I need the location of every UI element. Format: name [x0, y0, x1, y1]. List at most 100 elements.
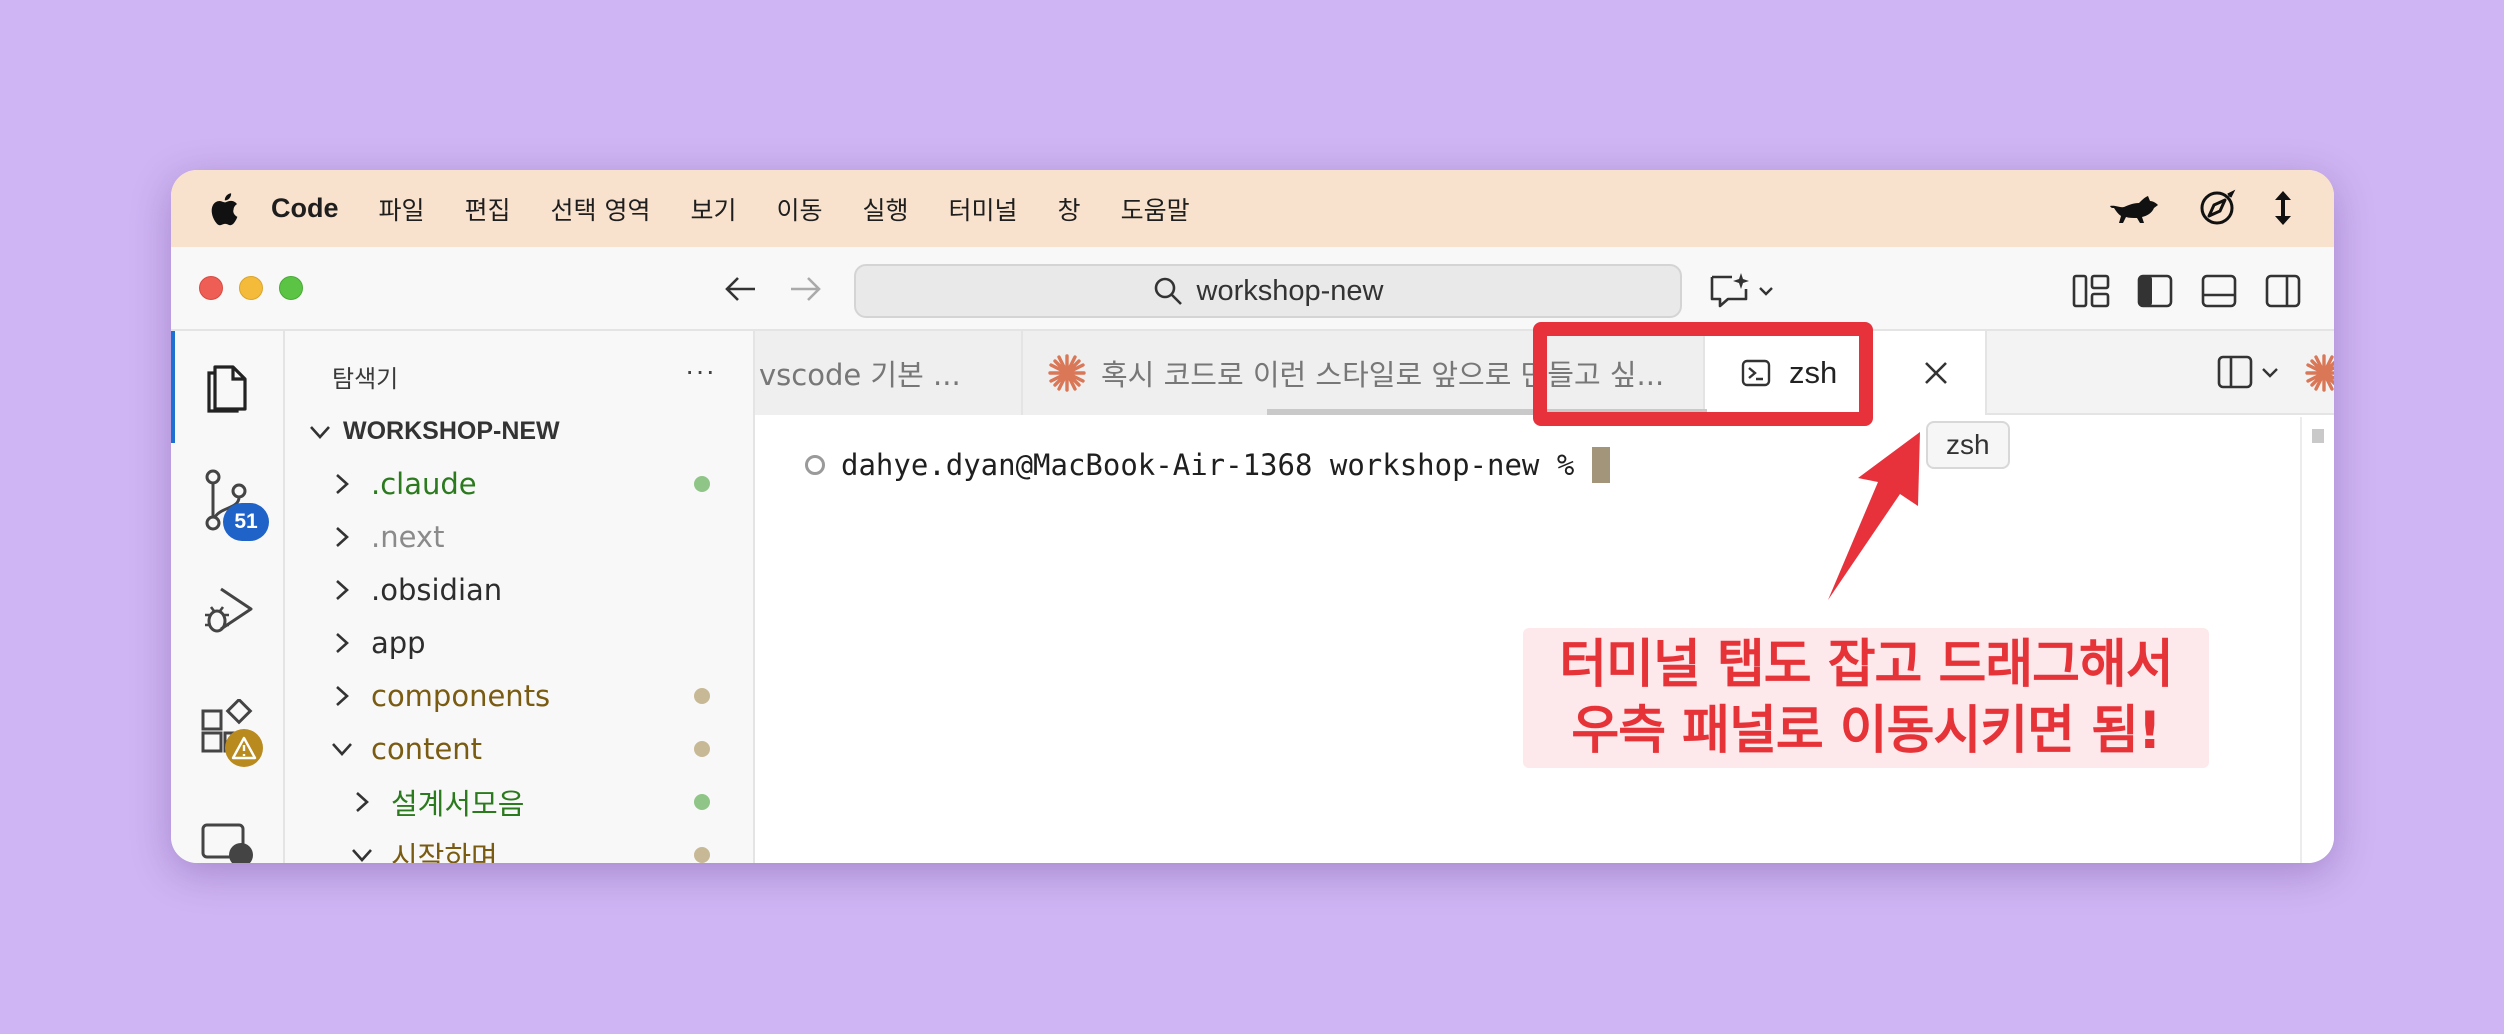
forward-arrow-icon	[791, 277, 821, 301]
chevron-down-icon	[352, 849, 372, 862]
tree-item[interactable]: .obsidian	[329, 565, 502, 615]
tree-item-label: .next	[371, 520, 445, 554]
chevron-right-icon	[336, 527, 349, 547]
claude-sparkle-icon	[1048, 354, 1086, 392]
close-window-button[interactable]	[199, 276, 223, 300]
tab-label: vscode 기본 ...	[759, 358, 961, 392]
source-control-button[interactable]: 51	[199, 467, 269, 541]
tree-item[interactable]: content	[329, 724, 482, 774]
annotation-line1: 터미널 탭도 잡고 드래그해서	[1559, 635, 2173, 695]
git-status-dot	[694, 741, 710, 757]
layout-icon	[2072, 274, 2110, 308]
menu-run[interactable]: 실행	[863, 191, 909, 227]
tree-item[interactable]: .next	[329, 512, 444, 562]
menubar-status-icons	[2106, 188, 2294, 228]
menu-view[interactable]: 보기	[690, 191, 736, 227]
back-button[interactable]	[723, 271, 759, 307]
tree-item-label: .claude	[371, 467, 477, 501]
menu-file[interactable]: 파일	[379, 191, 425, 227]
tree-item[interactable]: components	[329, 671, 550, 721]
active-indicator	[171, 331, 175, 443]
workspace-section-header[interactable]: WORKSHOP-NEW	[307, 417, 560, 446]
toggle-sidebar-icon	[2137, 274, 2173, 308]
tree-item-label: 시작하며	[391, 840, 498, 863]
terminal-prompt: dahye.dyan@MacBook-Air-1368 workshop-new…	[841, 448, 1575, 482]
chat-sparkle-icon	[1710, 273, 1773, 308]
toggle-primary-sidebar-button[interactable]	[2135, 271, 2175, 311]
rocket-compass-icon[interactable]	[2198, 189, 2236, 227]
annotation-line2: 우측 패널로 이동시키면 됨!	[1571, 701, 2161, 761]
menu-window[interactable]: 창	[1058, 191, 1081, 227]
git-status-dot	[694, 847, 710, 863]
cat-icon[interactable]	[2106, 188, 2162, 228]
forward-button[interactable]	[787, 271, 823, 307]
git-status-dot	[694, 794, 710, 810]
remote-explorer-icon	[201, 823, 253, 863]
files-icon[interactable]	[199, 357, 259, 417]
extensions-button[interactable]	[199, 697, 265, 767]
tree-item-label: 설계서모음	[391, 787, 525, 821]
menu-selection[interactable]: 선택 영역	[551, 191, 651, 227]
command-status-icon	[805, 455, 825, 475]
title-bar: workshop-new	[171, 247, 2334, 331]
source-control-badge: 51	[223, 503, 269, 541]
menu-bar: Code 파일 편집 선택 영역 보기 이동 실행 터미널 창 도움말	[171, 170, 2334, 247]
explorer-sidebar: 탐색기 ··· WORKSHOP-NEW .claude .next .obsidi…	[285, 331, 755, 863]
tree-item[interactable]: 시작하며	[349, 830, 498, 863]
tree-item-label: components	[371, 679, 551, 713]
chevron-right-icon	[356, 792, 369, 812]
tree-item-label: content	[371, 732, 483, 766]
toggle-panel-button[interactable]	[2199, 271, 2239, 311]
resize-arrow-icon[interactable]	[2272, 189, 2294, 227]
chevron-right-icon	[336, 474, 349, 494]
claude-sparkle-icon[interactable]	[2304, 353, 2334, 393]
scrollbar-thumb[interactable]	[2312, 429, 2324, 443]
apple-icon[interactable]	[209, 191, 239, 227]
run-debug-icon[interactable]	[199, 581, 259, 641]
workspace-name: WORKSHOP-NEW	[343, 417, 560, 445]
explorer-title: 탐색기	[332, 365, 399, 393]
tree-item[interactable]: 설계서모음	[349, 777, 524, 827]
terminal-scrollbar[interactable]	[2300, 417, 2334, 863]
chat-button[interactable]	[1708, 271, 1778, 311]
tab-vscode-basic[interactable]: vscode 기본 ...	[755, 331, 1023, 415]
highlight-box	[1533, 322, 1873, 426]
tree-item[interactable]: .claude	[329, 459, 477, 509]
minimize-window-button[interactable]	[239, 276, 263, 300]
menu-help[interactable]: 도움말	[1121, 191, 1190, 227]
customize-layout-button[interactable]	[2071, 271, 2111, 311]
back-arrow-icon	[725, 277, 755, 301]
terminal-prompt-line[interactable]: dahye.dyan@MacBook-Air-1368 workshop-new…	[805, 447, 1611, 483]
menu-terminal[interactable]: 터미널	[949, 191, 1018, 227]
menu-edit[interactable]: 편집	[465, 191, 511, 227]
chevron-right-icon	[336, 633, 349, 653]
toggle-secondary-sidebar-icon	[2265, 274, 2301, 308]
terminal-cursor	[1592, 447, 1611, 483]
tree-item-label: .obsidian	[371, 573, 503, 607]
search-icon	[1154, 277, 1182, 305]
explorer-more-actions[interactable]: ···	[685, 355, 716, 387]
split-editor-icon[interactable]	[2217, 353, 2287, 393]
git-status-dot	[694, 688, 710, 704]
tree-item-label: app	[371, 626, 426, 660]
chevron-down-icon	[310, 425, 330, 439]
chevron-down-icon	[332, 743, 352, 756]
chevron-right-icon	[336, 580, 349, 600]
tree-item[interactable]: app	[329, 618, 426, 668]
extensions-warning-badge	[225, 729, 263, 767]
git-status-dot	[694, 476, 710, 492]
toggle-panel-icon	[2201, 274, 2237, 308]
command-center-search[interactable]: workshop-new	[854, 264, 1682, 318]
menu-go[interactable]: 이동	[777, 191, 823, 227]
warning-icon	[231, 736, 257, 760]
zoom-window-button[interactable]	[279, 276, 303, 300]
chevron-right-icon	[336, 686, 349, 706]
app-name-menu[interactable]: Code	[271, 193, 339, 224]
remote-explorer-button[interactable]	[199, 821, 265, 863]
close-icon[interactable]	[1923, 360, 1949, 386]
activity-bar: 51	[171, 331, 285, 863]
search-text: workshop-new	[1196, 274, 1384, 307]
annotation-arrow	[1828, 432, 1920, 600]
annotation-callout: 터미널 탭도 잡고 드래그해서 우측 패널로 이동시키면 됨!	[1523, 628, 2209, 768]
toggle-secondary-sidebar-button[interactable]	[2263, 271, 2303, 311]
